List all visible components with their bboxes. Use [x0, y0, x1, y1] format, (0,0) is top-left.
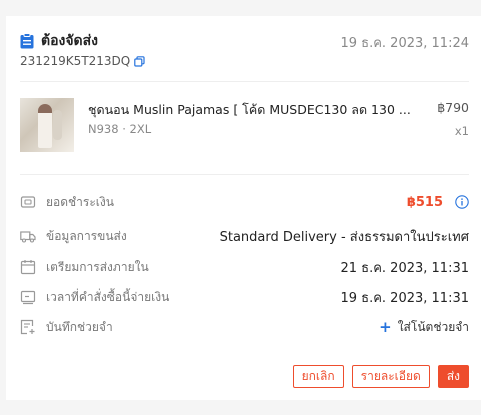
info-icon[interactable]: [455, 195, 469, 209]
wallet-icon: [20, 196, 36, 208]
order-status: ต้องจัดส่ง: [20, 30, 98, 52]
divider: [20, 174, 469, 175]
details-button[interactable]: รายละเอียด: [351, 365, 430, 388]
calendar-icon: [20, 260, 36, 275]
copy-icon[interactable]: [134, 55, 145, 67]
note-row: บันทึกช่วยจำ + ใส่โน้ตช่วยจำ: [20, 317, 469, 337]
payment-row: ยอดชำระเงิน ฿515: [20, 192, 469, 212]
plus-icon: +: [379, 318, 392, 336]
payment-amount: ฿515: [406, 194, 443, 210]
product-price: ฿790: [437, 100, 469, 115]
order-datetime: 19 ธ.ค. 2023, 11:24: [340, 36, 469, 51]
ship-button[interactable]: ส่ง: [437, 365, 469, 388]
order-header: ต้องจัดส่ง 19 ธ.ค. 2023, 11:24 231219K5T…: [20, 30, 469, 70]
product-name[interactable]: ชุดนอน Muslin Pajamas [ โค้ด MUSDEC130 ล…: [88, 100, 418, 120]
shipping-row: ข้อมูลการขนส่ง Standard Delivery - ส่งธร…: [20, 226, 469, 246]
product-variant: N938 · 2XL: [88, 122, 152, 136]
status-label: ต้องจัดส่ง: [41, 33, 99, 49]
product-quantity: x1: [454, 124, 469, 138]
order-actions: ยกเลิก รายละเอียด ส่ง: [292, 365, 469, 388]
add-note-button[interactable]: + ใส่โน้ตช่วยจำ: [379, 318, 469, 337]
prepare-label: เตรียมการส่งภายใน: [46, 259, 149, 274]
note-icon: [20, 319, 35, 335]
truck-icon: [20, 231, 36, 243]
paid-time-label: เวลาที่คำสั่งซื้อนี้จ่ายเงิน: [46, 289, 170, 304]
prepare-row: เตรียมการส่งภายใน 21 ธ.ค. 2023, 11:31: [20, 257, 469, 277]
clipboard-icon: [20, 33, 34, 49]
clock-icon: [20, 290, 36, 305]
cancel-button[interactable]: ยกเลิก: [292, 365, 344, 388]
order-card: ต้องจัดส่ง 19 ธ.ค. 2023, 11:24 231219K5T…: [6, 16, 481, 400]
product-thumbnail[interactable]: [20, 98, 74, 152]
product-item[interactable]: ชุดนอน Muslin Pajamas [ โค้ด MUSDEC130 ล…: [20, 98, 469, 156]
order-id-text: 231219K5T213DQ: [20, 54, 131, 68]
add-note-label: ใส่โน้ตช่วยจำ: [397, 319, 469, 334]
shipping-value: Standard Delivery - ส่งธรรมดาในประเทศ: [219, 229, 469, 245]
payment-label: ยอดชำระเงิน: [46, 194, 114, 209]
order-id: 231219K5T213DQ: [20, 54, 145, 68]
note-label: บันทึกช่วยจำ: [46, 319, 113, 334]
shipping-label: ข้อมูลการขนส่ง: [46, 228, 127, 243]
paid-time-row: เวลาที่คำสั่งซื้อนี้จ่ายเงิน 19 ธ.ค. 202…: [20, 287, 469, 307]
prepare-value: 21 ธ.ค. 2023, 11:31: [340, 260, 469, 276]
paid-time-value: 19 ธ.ค. 2023, 11:31: [340, 290, 469, 306]
divider: [20, 81, 469, 82]
